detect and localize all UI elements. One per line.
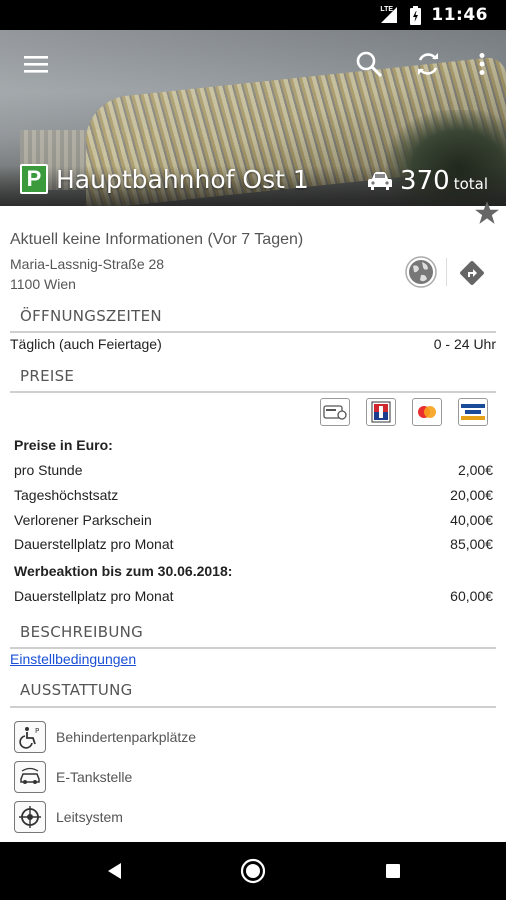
website-button[interactable] — [404, 255, 438, 289]
status-time: 11:46 — [431, 5, 488, 25]
price-label: Dauerstellplatz pro Monat — [14, 536, 174, 552]
promo-heading-row: Werbeaktion bis zum 30.06.2018: — [14, 563, 493, 579]
refresh-icon — [418, 53, 438, 75]
search-icon — [356, 51, 383, 78]
parking-card-icon — [320, 398, 350, 426]
more-options-button[interactable] — [466, 48, 498, 80]
availability-status: Aktuell keine Informationen (Vor 7 Tagen… — [10, 231, 304, 248]
hours-section-title: ÖFFNUNGSZEITEN — [20, 307, 162, 325]
garage-title-row: P Hauptbahnhof Ost 1 — [20, 164, 309, 194]
maestro-icon — [366, 398, 396, 426]
network-label: LTE — [380, 6, 394, 13]
globe-icon — [405, 256, 437, 288]
description-section-title: BESCHREIBUNG — [20, 623, 144, 641]
recents-square-icon — [386, 864, 400, 878]
mastercard-icon — [412, 398, 442, 426]
visa-icon — [458, 398, 488, 426]
price-row: Verlorener Parkschein 40,00€ — [14, 512, 493, 528]
equipment-item: P Behindertenparkplätze — [14, 721, 196, 753]
price-label: Tageshöchstsatz — [14, 487, 119, 503]
terms-link[interactable]: Einstellbedingungen — [10, 651, 136, 667]
ev-charging-icon — [14, 761, 46, 793]
parking-logo: P — [20, 164, 48, 194]
address-city: 1100 Wien — [10, 276, 76, 292]
guidance-system-icon — [14, 801, 46, 833]
payment-methods — [320, 398, 488, 426]
price-row: pro Stunde 2,00€ — [14, 462, 493, 478]
price-label: Dauerstellplatz pro Monat — [14, 588, 174, 604]
equipment-label: E-Tankstelle — [56, 769, 133, 785]
directions-icon — [460, 261, 484, 285]
hours-value: 0 - 24 Uhr — [433, 336, 496, 352]
search-button[interactable] — [353, 48, 385, 80]
address-street: Maria-Lassnig-Straße 28 — [10, 256, 165, 272]
price-row: Tageshöchstsatz 20,00€ — [14, 487, 493, 503]
equipment-label: Leitsystem — [56, 809, 123, 825]
description-divider — [10, 647, 496, 649]
promo-price-row: Dauerstellplatz pro Monat 60,00€ — [14, 588, 493, 604]
capacity: 370 total — [368, 166, 488, 196]
prices-heading-row: Preise in Euro: — [14, 437, 493, 453]
address-divider — [446, 258, 447, 286]
price-value: 40,00€ — [450, 512, 493, 528]
status-bar: LTE 11:46 — [0, 0, 506, 30]
more-vert-icon — [479, 53, 485, 75]
garage-name: Hauptbahnhof Ost 1 — [56, 164, 309, 194]
opening-hours-row: Täglich (auch Feiertage) 0 - 24 Uhr — [10, 336, 496, 352]
hours-label: Täglich (auch Feiertage) — [10, 336, 162, 352]
price-value: 85,00€ — [450, 536, 493, 552]
svg-text:P: P — [35, 727, 39, 735]
back-triangle-icon — [108, 863, 121, 879]
price-row: Dauerstellplatz pro Monat 85,00€ — [14, 536, 493, 552]
prices-divider — [10, 391, 496, 393]
promo-heading: Werbeaktion bis zum 30.06.2018: — [14, 563, 233, 579]
price-label: Verlorener Parkschein — [14, 512, 152, 528]
battery-charging-icon — [410, 5, 422, 25]
equipment-section-title: AUSSTATTUNG — [20, 681, 133, 699]
wheelchair-icon: P — [14, 721, 46, 753]
refresh-button[interactable] — [412, 48, 444, 80]
home-button[interactable] — [238, 856, 268, 886]
hamburger-menu-icon — [24, 56, 48, 73]
home-circle-icon — [240, 858, 266, 884]
menu-button[interactable] — [20, 48, 52, 80]
price-value: 2,00€ — [457, 462, 493, 478]
system-nav-bar — [0, 842, 506, 900]
recents-button[interactable] — [378, 856, 408, 886]
prices-section-title: PREISE — [20, 367, 75, 385]
directions-button[interactable] — [457, 258, 487, 288]
price-value: 20,00€ — [450, 487, 493, 503]
garage-details: Aktuell keine Informationen (Vor 7 Tagen… — [0, 206, 506, 842]
capacity-unit: total — [453, 175, 488, 193]
equipment-item: E-Tankstelle — [14, 761, 132, 793]
car-icon — [368, 172, 393, 190]
prices-heading: Preise in Euro: — [14, 437, 113, 453]
capacity-number: 370 — [400, 166, 450, 196]
price-value: 60,00€ — [450, 588, 493, 604]
back-button[interactable] — [100, 856, 130, 886]
lte-signal-icon: LTE — [380, 6, 400, 24]
equipment-label: Behindertenparkplätze — [56, 729, 197, 745]
equipment-divider — [10, 706, 496, 708]
hours-divider — [10, 331, 496, 333]
price-label: pro Stunde — [14, 462, 83, 478]
equipment-item: Leitsystem — [14, 801, 123, 833]
